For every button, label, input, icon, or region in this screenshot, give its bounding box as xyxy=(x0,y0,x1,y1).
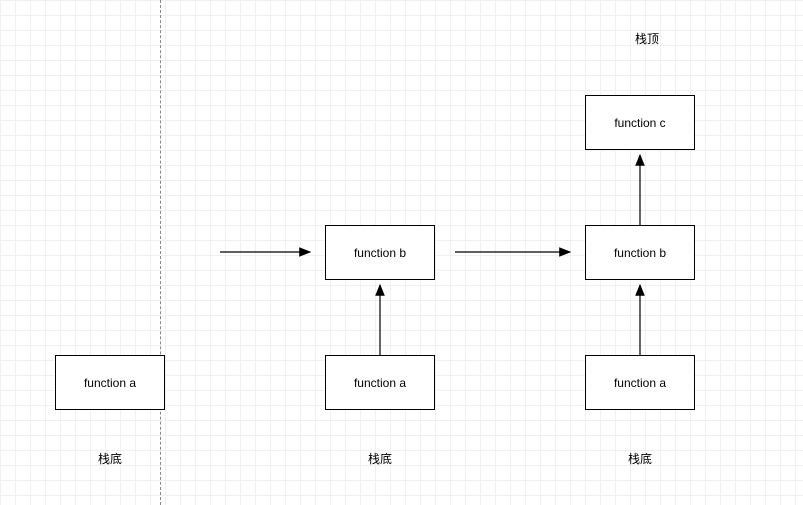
arrows-overlay xyxy=(0,0,803,505)
